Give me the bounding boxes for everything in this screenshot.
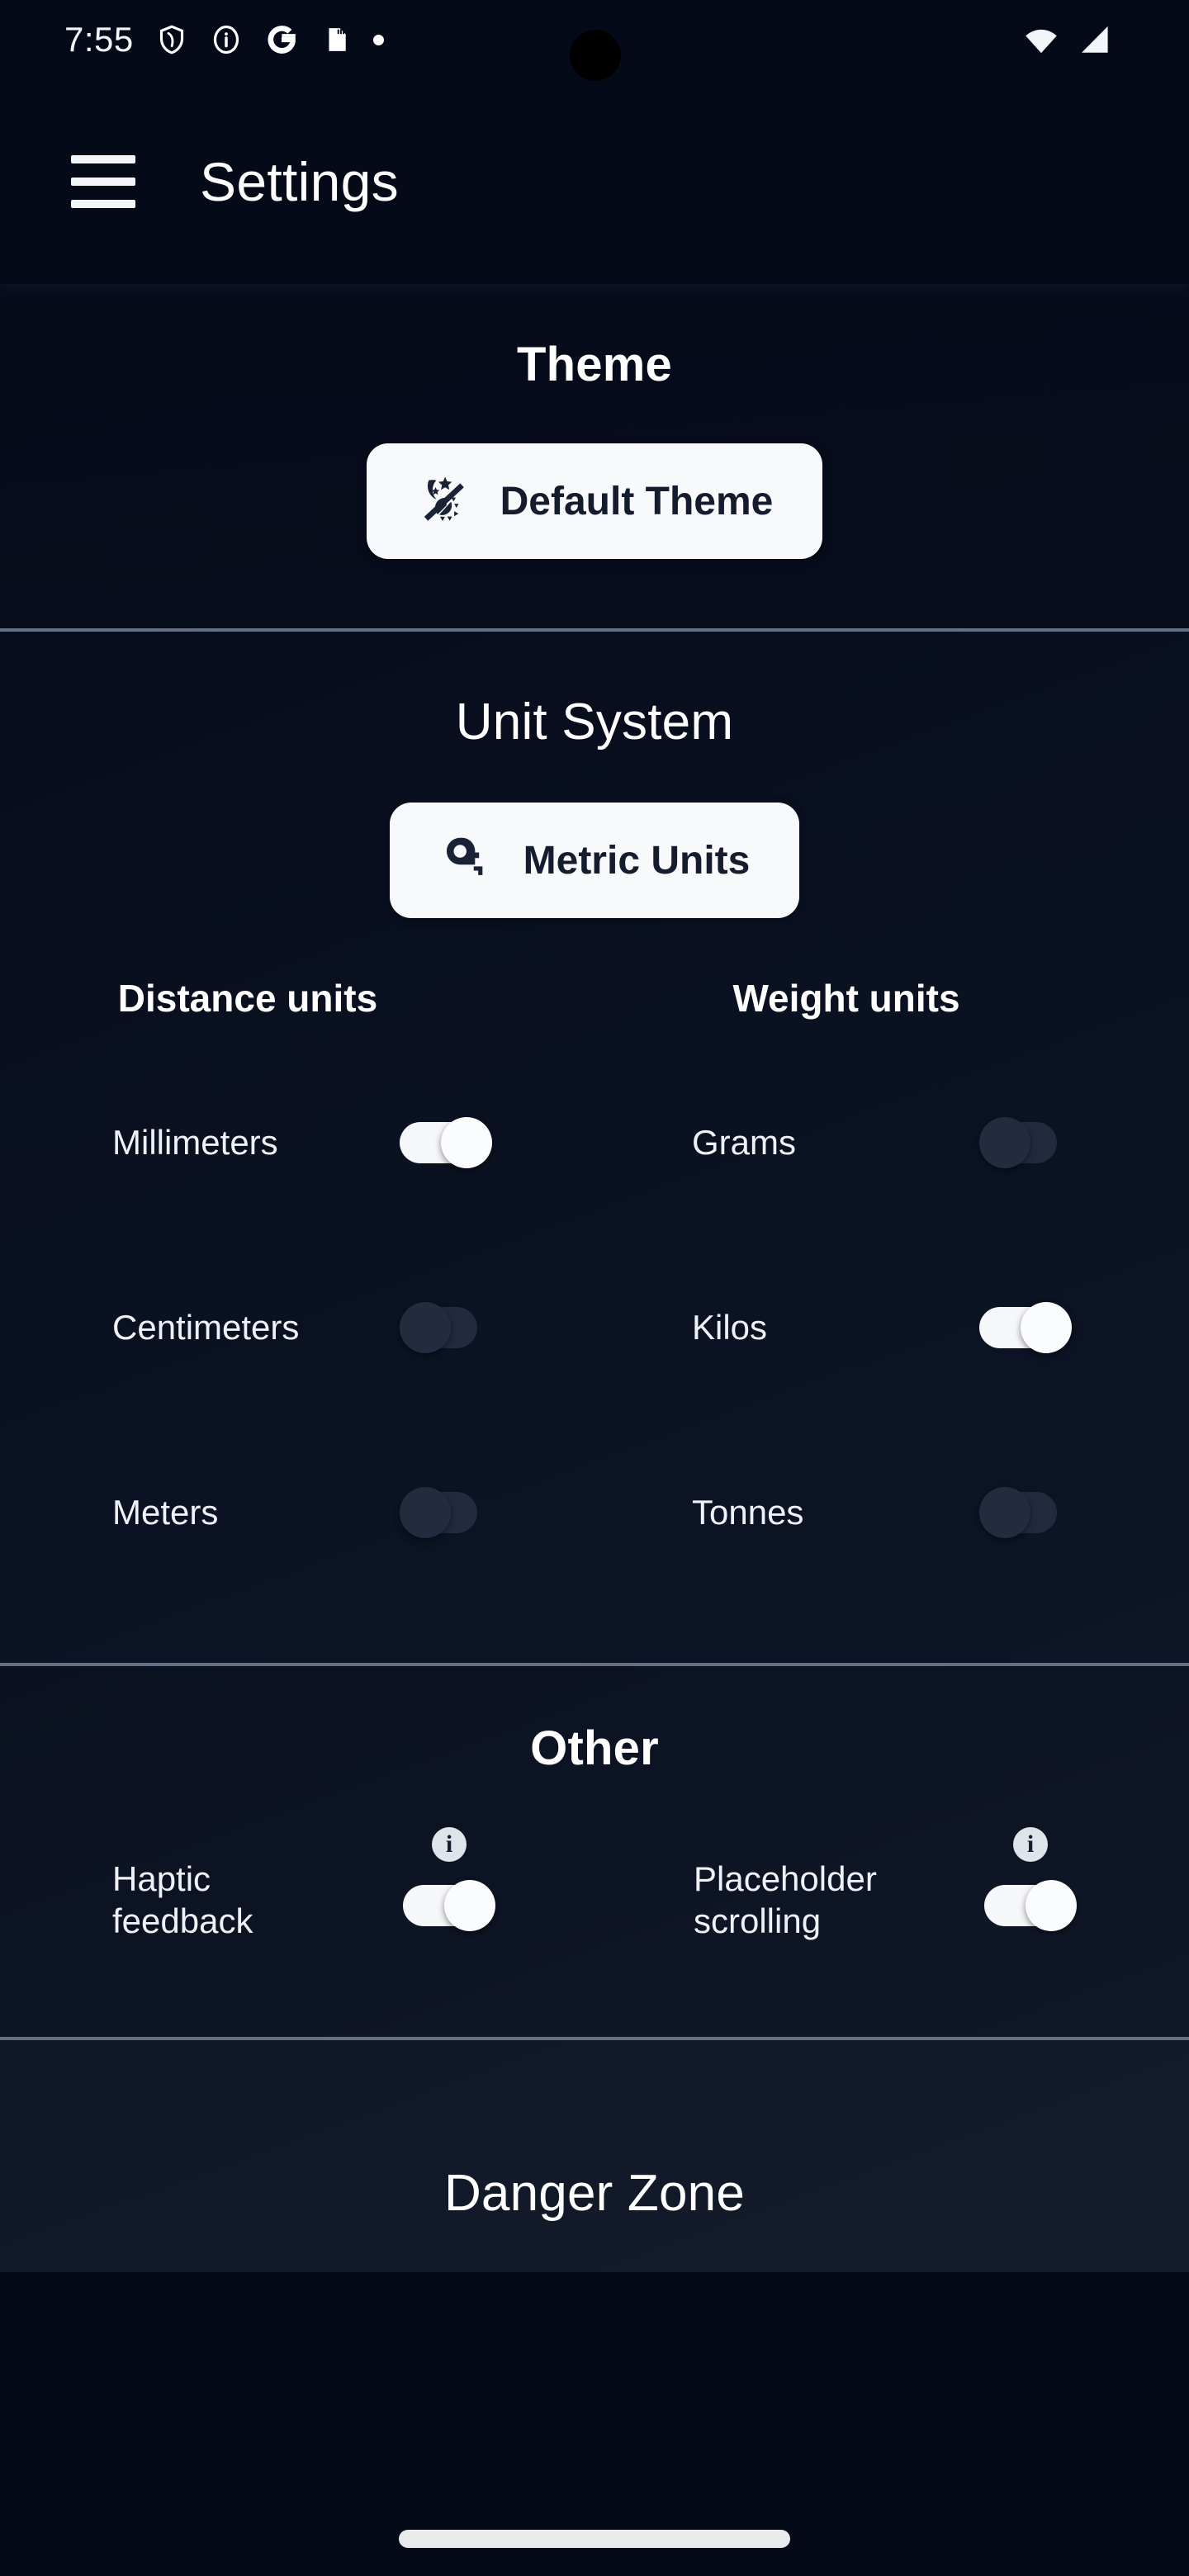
other-section-title: Other: [530, 1721, 659, 1775]
toggle-tonnes[interactable]: [979, 1487, 1072, 1538]
system-navigation-bar: [0, 2502, 1189, 2576]
unit-toggle-rows: Millimeters Grams Centimeters Kilos Mete…: [0, 1050, 1189, 1605]
shield-icon: [155, 23, 188, 56]
unit-system-button-label: Metric Units: [523, 838, 751, 883]
distance-units-header: Distance units: [117, 977, 378, 1020]
unit-label: Meters: [112, 1493, 219, 1532]
other-item-label: Placeholder scrolling: [694, 1859, 877, 1940]
other-section: Other Haptic feedback i Placeholder scro…: [0, 1666, 1189, 2037]
unit-cell-kilos: Kilos: [626, 1235, 1189, 1420]
settings-screen: 7:55 Settings Theme Default Theme Unit S…: [0, 0, 1189, 2576]
toggle-kilos[interactable]: [979, 1302, 1072, 1353]
toggle-haptic-feedback[interactable]: [403, 1880, 495, 1972]
toggle-knob: [441, 1117, 492, 1168]
info-circle-icon[interactable]: i: [1013, 1827, 1048, 1862]
unit-label: Centimeters: [112, 1308, 300, 1347]
toggle-knob: [400, 1487, 451, 1538]
unit-column-headers: Distance units Weight units: [0, 976, 1189, 1020]
toggle-placeholder-scrolling[interactable]: [984, 1880, 1077, 1972]
other-item-placeholder-scrolling: Placeholder scrolling i: [626, 1827, 1189, 1972]
unit-row: Millimeters Grams: [0, 1050, 1189, 1235]
settings-content: Theme Default Theme Unit System Metric U…: [0, 284, 1189, 2576]
weight-units-header: Weight units: [732, 977, 960, 1020]
toggle-knob: [1021, 1302, 1072, 1353]
toggle-millimeters[interactable]: [400, 1117, 492, 1168]
danger-zone-section: Danger Zone: [0, 2040, 1189, 2272]
unit-row: Centimeters Kilos: [0, 1235, 1189, 1420]
toggle-knob: [979, 1487, 1030, 1538]
info-circle-icon[interactable]: i: [432, 1827, 467, 1862]
theme-select-button[interactable]: Default Theme: [366, 443, 823, 559]
app-bar: Settings: [0, 79, 1189, 284]
unit-cell-tonnes: Tonnes: [626, 1420, 1189, 1605]
toggle-knob: [444, 1880, 495, 1931]
page-title: Settings: [200, 151, 399, 212]
tape-measure-icon: [439, 832, 495, 888]
unit-cell-millimeters: Millimeters: [0, 1050, 626, 1235]
unit-cell-grams: Grams: [626, 1050, 1189, 1235]
auto-theme-moon-sun-icon: [416, 473, 472, 529]
toggle-grams[interactable]: [979, 1117, 1072, 1168]
unit-label: Millimeters: [112, 1123, 278, 1163]
other-item-label: Haptic feedback: [112, 1859, 253, 1940]
status-bar-left: 7:55: [64, 0, 384, 79]
unit-cell-centimeters: Centimeters: [0, 1235, 626, 1420]
home-gesture-pill[interactable]: [399, 2530, 790, 2548]
other-rows: Haptic feedback i Placeholder scrolling …: [0, 1827, 1189, 1972]
wifi-icon: [1022, 21, 1060, 59]
theme-section-title: Theme: [517, 338, 672, 391]
other-item-haptic-feedback: Haptic feedback i: [0, 1827, 626, 1972]
toggle-knob: [1026, 1880, 1077, 1931]
status-bar-clock: 7:55: [64, 20, 134, 59]
dot-icon: [372, 34, 384, 45]
status-bar-right: [1022, 0, 1113, 79]
camera-punch-hole: [570, 30, 621, 81]
toggle-knob: [400, 1302, 451, 1353]
info-circle-icon: [210, 23, 243, 56]
unit-cell-meters: Meters: [0, 1420, 626, 1605]
unit-label: Kilos: [692, 1308, 768, 1347]
theme-section: Theme Default Theme: [0, 284, 1189, 628]
toggle-centimeters[interactable]: [400, 1302, 492, 1353]
toggle-meters[interactable]: [400, 1487, 492, 1538]
cellular-signal-icon: [1077, 21, 1113, 58]
theme-button-label: Default Theme: [500, 479, 774, 523]
unit-system-section: Unit System Metric Units Distance units …: [0, 632, 1189, 1663]
danger-zone-title: Danger Zone: [443, 2165, 746, 2222]
google-g-icon: [264, 22, 299, 57]
sd-card-icon: [320, 24, 352, 55]
unit-system-section-title: Unit System: [455, 694, 734, 751]
unit-label: Grams: [692, 1123, 796, 1163]
hamburger-menu-icon[interactable]: [71, 155, 135, 208]
unit-row: Meters Tonnes: [0, 1420, 1189, 1605]
unit-label: Tonnes: [692, 1493, 804, 1532]
unit-system-select-button[interactable]: Metric Units: [389, 803, 800, 918]
toggle-knob: [979, 1117, 1030, 1168]
